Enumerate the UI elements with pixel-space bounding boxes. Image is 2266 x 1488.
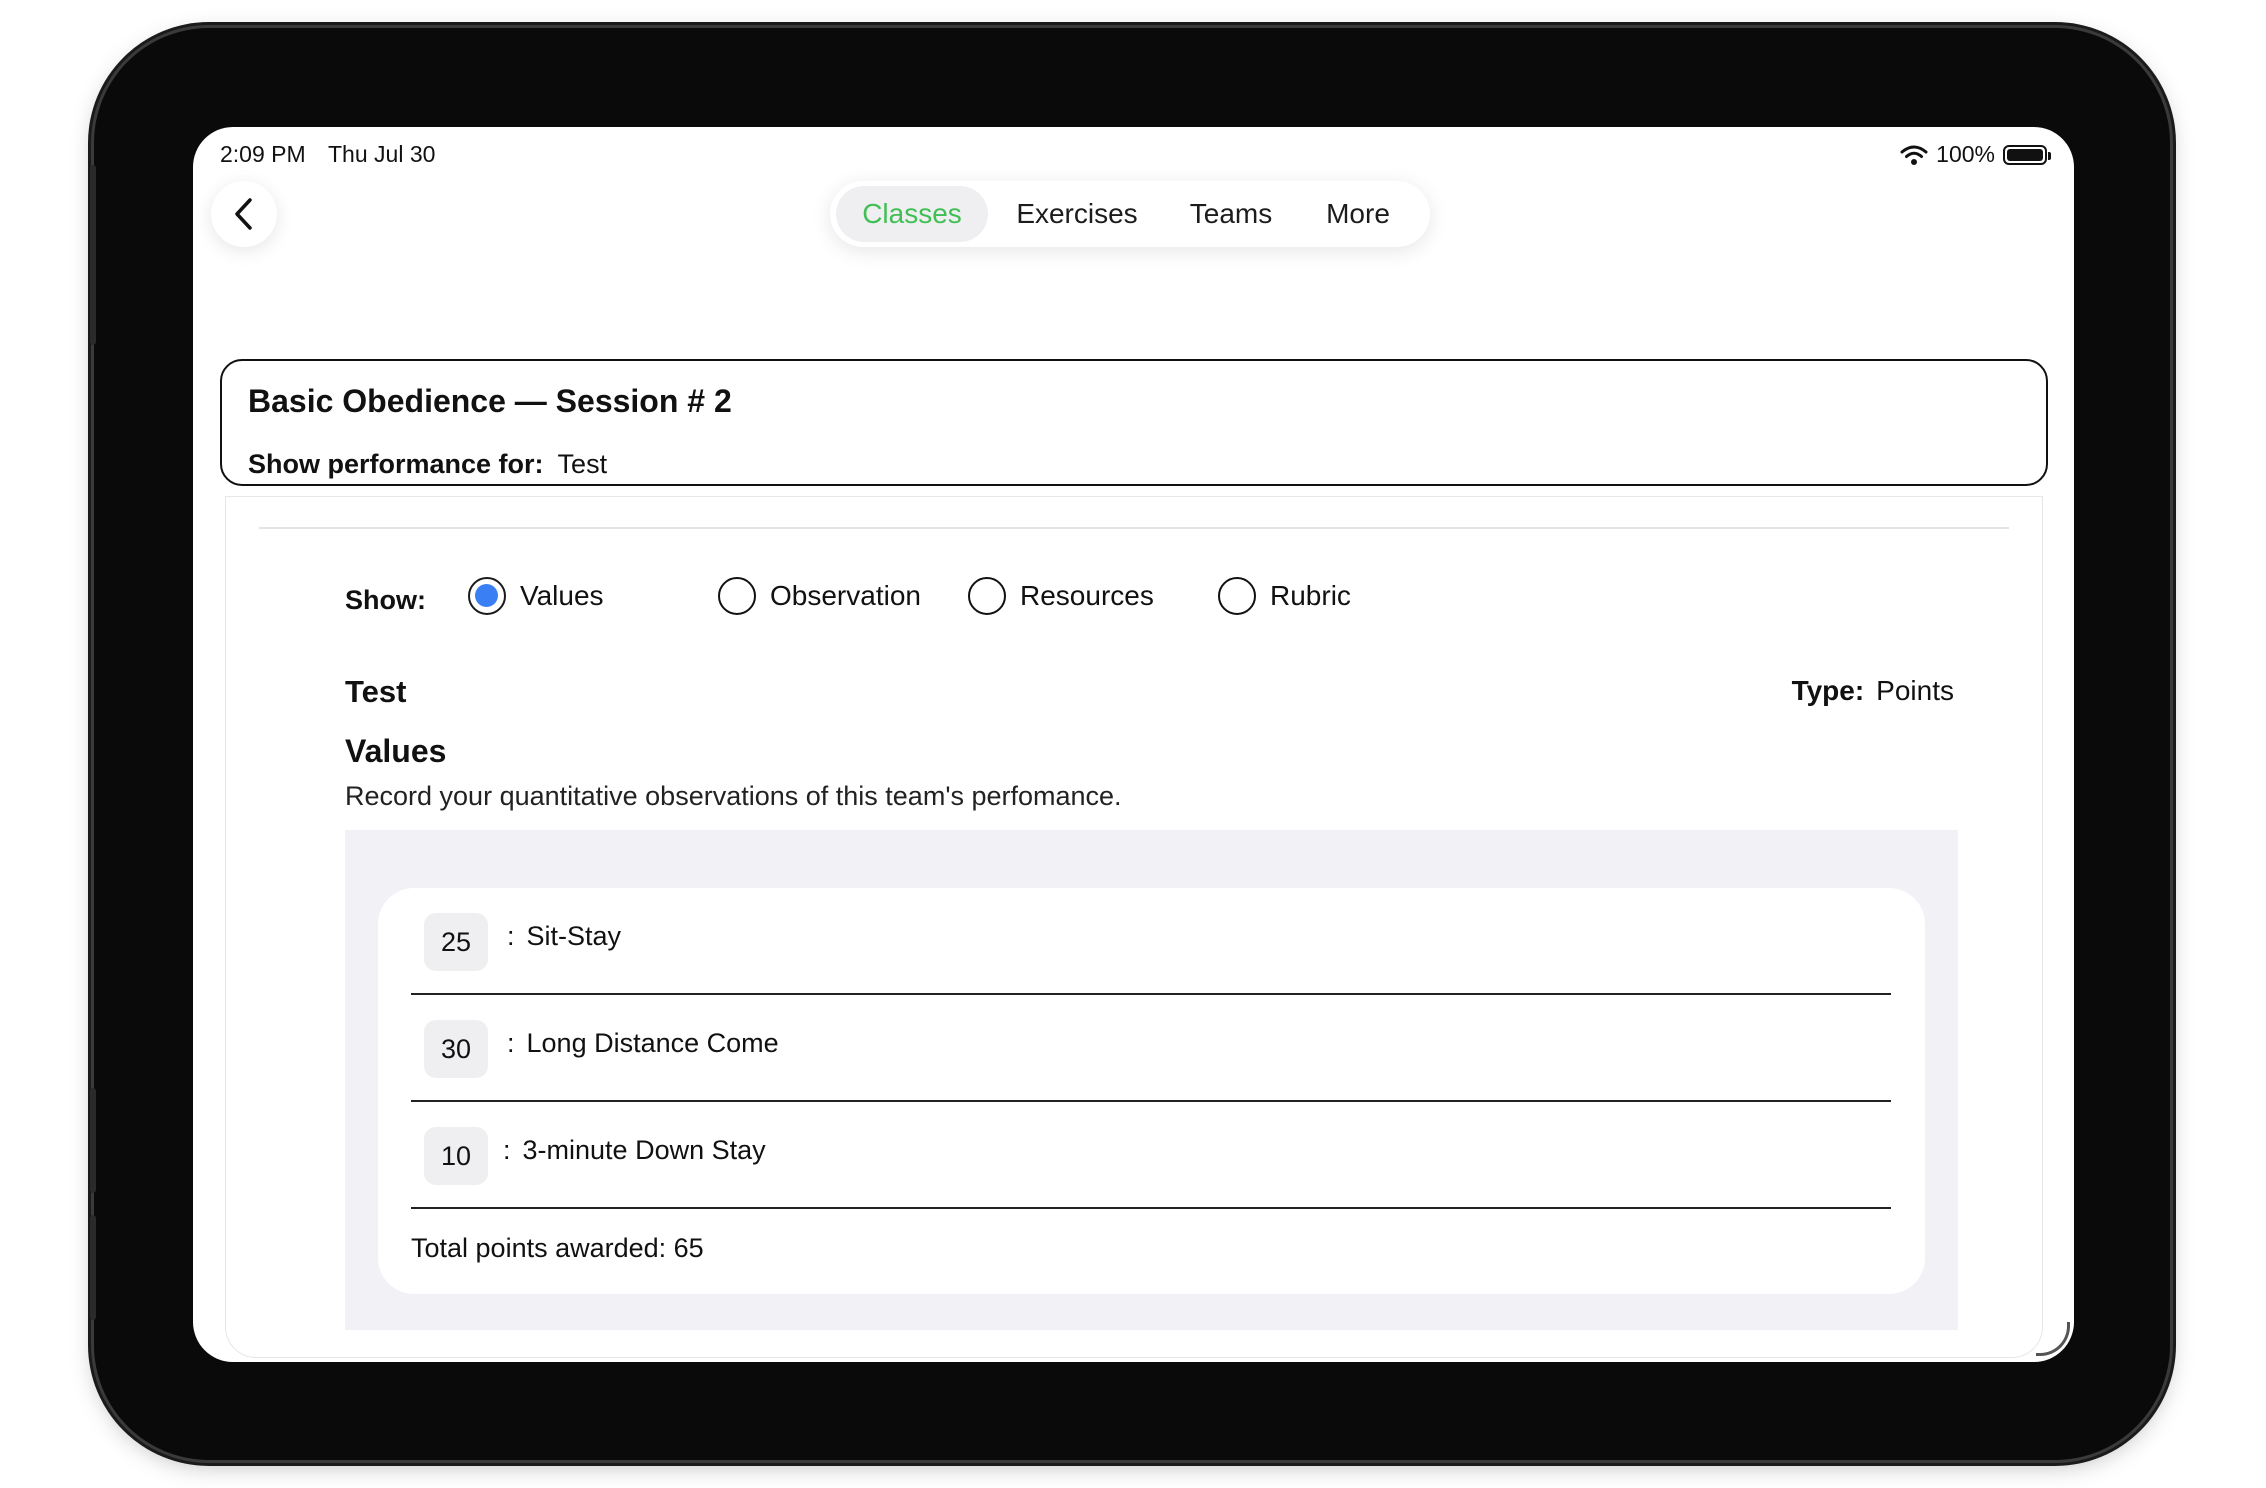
status-bar: 2:09 PM Thu Jul 30 100% [220,141,2051,171]
back-button[interactable] [211,181,277,247]
value-row-label: : Sit-Stay [507,921,622,951]
tab-exercises[interactable]: Exercises [988,186,1166,242]
session-title: Basic Obedience — Session # 2 [248,383,732,419]
show-label: Show: [345,585,426,615]
session-header-card: Basic Obedience — Session # 2 Show perfo… [220,359,2048,486]
tab-classes[interactable]: Classes [836,186,988,242]
exercise-type: Type: Points [1792,675,1954,707]
volume-button [90,165,96,345]
main-tabs: Classes Exercises Teams More [830,181,1430,247]
exercise-name: Test [345,674,407,709]
value-input[interactable]: 10 [424,1127,488,1185]
value-input[interactable]: 30 [424,1020,488,1078]
performance-label: Show performance for: [248,449,544,479]
performance-row: Show performance for: Test [248,449,607,480]
radio-checked-icon [468,577,506,615]
wifi-icon [1900,145,1928,165]
app-screen: 2:09 PM Thu Jul 30 100% Classes Exercise… [193,127,2074,1362]
radio-values[interactable]: Values [468,577,604,615]
chevron-left-icon [235,198,252,230]
value-row: 10 :3-minute Down Stay [411,1102,1891,1209]
radio-observation-label: Observation [770,580,921,611]
radio-unchecked-icon [1218,577,1256,615]
radio-observation[interactable]: Observation [718,577,921,615]
status-time: 2:09 PM [220,141,306,167]
value-item-name: Long Distance Come [526,1028,779,1058]
value-item-name: Sit-Stay [526,921,622,951]
values-heading: Values [345,733,447,769]
value-item-name: 3-minute Down Stay [522,1135,766,1165]
battery-icon [2003,144,2051,165]
values-description: Record your quantitative observations of… [345,781,1122,811]
value-row-label: :3-minute Down Stay [503,1135,766,1165]
value-row: 25 : Sit-Stay [411,888,1891,995]
content-sheet: Show: Values Observation Resources Rubri… [226,497,2042,1357]
performance-value[interactable]: Test [558,449,608,479]
value-row: 30 : Long Distance Come [411,995,1891,1102]
radio-resources[interactable]: Resources [968,577,1154,615]
side-button [90,1088,96,1193]
tab-teams[interactable]: Teams [1166,186,1296,242]
radio-rubric-label: Rubric [1270,580,1351,611]
status-right: 100% [1900,141,2051,168]
value-input[interactable]: 25 [424,913,488,971]
total-points: Total points awarded: 65 [411,1233,704,1263]
status-date: Thu Jul 30 [328,141,436,167]
battery-percent: 100% [1936,141,1995,167]
side-button [90,1215,96,1320]
radio-unchecked-icon [968,577,1006,615]
radio-unchecked-icon [718,577,756,615]
tab-more[interactable]: More [1296,186,1420,242]
show-options: Show: Values Observation Resources Rubri… [345,577,1545,623]
type-value: Points [1876,675,1954,706]
radio-values-label: Values [520,580,604,611]
values-panel: 25 : Sit-Stay 30 : Long Distance Come 10 :… [345,830,1958,1330]
divider [259,527,2009,529]
values-card: 25 : Sit-Stay 30 : Long Distance Come 10 :… [378,888,1925,1294]
radio-rubric[interactable]: Rubric [1218,577,1351,615]
value-row-label: : Long Distance Come [507,1028,779,1058]
radio-resources-label: Resources [1020,580,1154,611]
type-label: Type: [1791,675,1865,706]
